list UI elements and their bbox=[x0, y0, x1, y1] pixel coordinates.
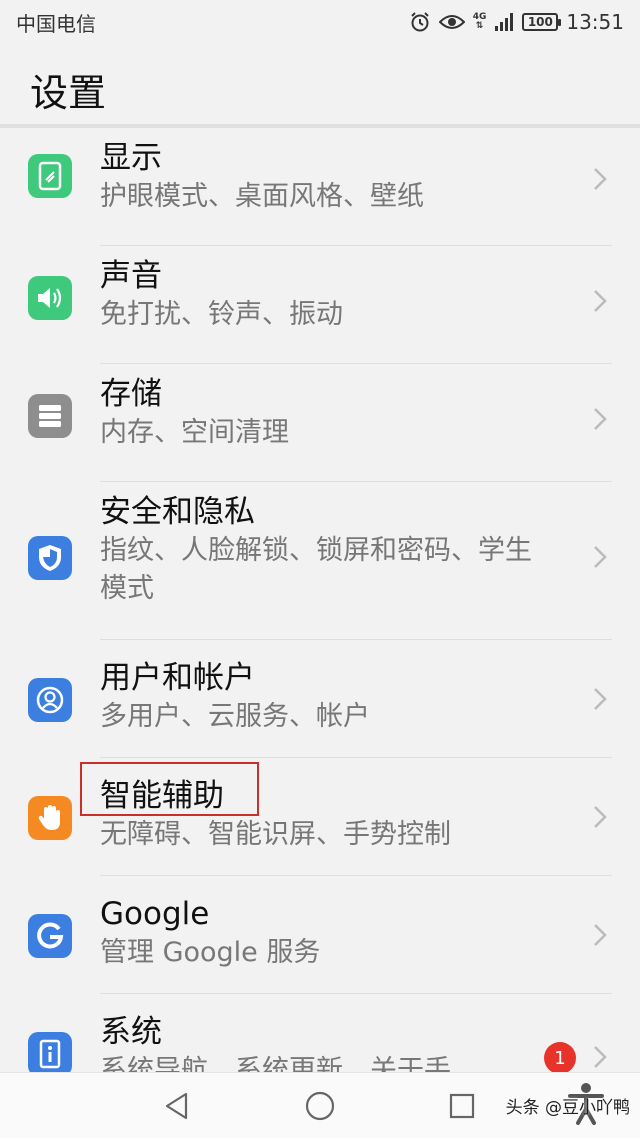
home-icon bbox=[305, 1091, 335, 1121]
network-type: 4G ⇅ bbox=[472, 12, 487, 31]
item-subtitle: 系统导航、系统更新、关于手 bbox=[100, 1055, 451, 1072]
status-bar: 中国电信 4G ⇅ 100 13:51 bbox=[0, 0, 640, 44]
system-icon bbox=[28, 1032, 72, 1072]
settings-item-storage[interactable]: 存储 内存、空间清理 bbox=[0, 364, 640, 482]
item-subtitle: 多用户、云服务、帐户 bbox=[100, 701, 370, 732]
settings-item-security[interactable]: 安全和隐私 指纹、人脸解锁、锁屏和密码、学生 模式 bbox=[0, 482, 640, 640]
chevron-right-icon bbox=[594, 290, 607, 312]
recents-button[interactable] bbox=[445, 1089, 479, 1123]
data-arrows-icon: ⇅ bbox=[475, 21, 484, 31]
settings-item-display[interactable]: 显示 护眼模式、桌面风格、壁纸 bbox=[0, 128, 640, 246]
back-icon bbox=[165, 1092, 188, 1120]
settings-list[interactable]: 显示 护眼模式、桌面风格、壁纸 声音 免打扰、铃声、振动 存储 内存、空间清理 bbox=[0, 128, 640, 1072]
hand-icon bbox=[28, 796, 72, 840]
item-subtitle: 内存、空间清理 bbox=[100, 417, 289, 448]
settings-item-sound[interactable]: 声音 免打扰、铃声、振动 bbox=[0, 246, 640, 364]
settings-item-system[interactable]: 系统 系统导航、系统更新、关于手 1 bbox=[0, 994, 640, 1072]
item-subtitle: 护眼模式、桌面风格、壁纸 bbox=[100, 181, 424, 212]
chevron-right-icon bbox=[594, 924, 607, 946]
item-subtitle: 免打扰、铃声、振动 bbox=[100, 299, 343, 330]
clock: 13:51 bbox=[566, 10, 624, 34]
chevron-right-icon bbox=[594, 688, 607, 710]
highlight-annotation bbox=[80, 762, 259, 816]
item-subtitle: 指纹、人脸解锁、锁屏和密码、学生 bbox=[100, 535, 532, 566]
eye-comfort-icon bbox=[438, 13, 465, 31]
speaker-icon bbox=[28, 276, 72, 320]
settings-item-accounts[interactable]: 用户和帐户 多用户、云服务、帐户 bbox=[0, 640, 640, 758]
home-button[interactable] bbox=[303, 1089, 337, 1123]
watermark-text: 头条 @豆小吖鸭 bbox=[505, 1098, 630, 1118]
shield-icon bbox=[28, 536, 72, 580]
chevron-right-icon bbox=[594, 1046, 607, 1068]
display-icon bbox=[28, 154, 72, 198]
item-title: 系统 bbox=[100, 1014, 162, 1050]
navigation-bar: 头条 @豆小吖鸭 bbox=[0, 1072, 640, 1138]
chevron-right-icon bbox=[594, 546, 607, 568]
chevron-right-icon bbox=[594, 408, 607, 430]
settings-item-google[interactable]: Google 管理 Google 服务 bbox=[0, 876, 640, 994]
chevron-right-icon bbox=[594, 168, 607, 190]
back-button[interactable] bbox=[160, 1089, 194, 1123]
signal-icon bbox=[494, 12, 514, 32]
user-icon bbox=[28, 678, 72, 722]
battery-icon: 100 bbox=[522, 13, 562, 31]
storage-icon bbox=[28, 394, 72, 438]
alarm-icon bbox=[409, 11, 431, 33]
item-title: 声音 bbox=[100, 258, 162, 294]
google-icon bbox=[28, 914, 72, 958]
item-title: 显示 bbox=[100, 140, 162, 176]
item-subtitle: 无障碍、智能识屏、手势控制 bbox=[100, 819, 451, 850]
item-title: 安全和隐私 bbox=[100, 494, 255, 530]
chevron-right-icon bbox=[594, 806, 607, 828]
page-title: 设置 bbox=[30, 71, 107, 115]
item-subtitle: 管理 Google 服务 bbox=[100, 937, 321, 968]
notification-badge: 1 bbox=[544, 1042, 576, 1072]
status-icons: 4G ⇅ 100 13:51 bbox=[409, 10, 624, 34]
item-title: 用户和帐户 bbox=[100, 660, 255, 696]
item-title: 存储 bbox=[100, 376, 162, 412]
recents-icon bbox=[449, 1093, 475, 1119]
carrier-label: 中国电信 bbox=[16, 11, 96, 36]
item-subtitle-line2: 模式 bbox=[100, 573, 154, 604]
item-title: Google bbox=[100, 896, 210, 932]
